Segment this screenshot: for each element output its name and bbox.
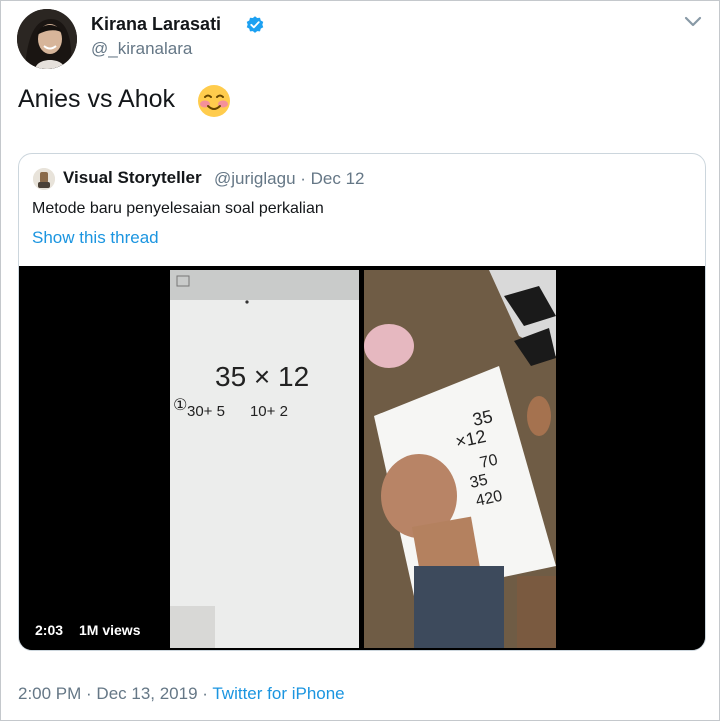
views-badge: 1M views bbox=[73, 618, 147, 643]
paper-line-4: 35 bbox=[468, 472, 489, 492]
tweet-metadata: 2:00 PM · Dec 13, 2019 · Twitter for iPh… bbox=[18, 684, 345, 704]
duration-badge: 2:03 bbox=[29, 618, 70, 643]
tweet-source[interactable]: Twitter for iPhone bbox=[212, 684, 344, 703]
whiteboard-equation: 35 × 12 bbox=[215, 361, 309, 392]
author-name[interactable]: Kirana Larasati bbox=[91, 14, 221, 35]
author-handle[interactable]: @_kiranalara bbox=[91, 39, 192, 59]
quoted-tweet[interactable]: Visual Storyteller @juriglagu · Dec 12 M… bbox=[18, 153, 706, 651]
author-avatar[interactable] bbox=[17, 9, 77, 69]
paper-line-3: 70 bbox=[478, 452, 499, 472]
tweet-text: Anies vs Ahok bbox=[18, 85, 176, 113]
tweet-timestamp[interactable]: 2:00 PM · Dec 13, 2019 · bbox=[18, 684, 212, 703]
quoted-author-handle-date[interactable]: @juriglagu · Dec 12 bbox=[214, 169, 365, 189]
quoted-tweet-text: Metode baru penyelesaian soal perkalian bbox=[32, 200, 324, 217]
quoted-author-name[interactable]: Visual Storyteller bbox=[63, 168, 202, 188]
whiteboard-decomposition: 30+ 5 10+ 2 bbox=[187, 403, 288, 420]
whiteboard-mark: ① bbox=[173, 395, 187, 414]
quoted-author-avatar[interactable] bbox=[33, 168, 55, 190]
blush-emoji-icon bbox=[198, 85, 230, 117]
show-thread-link[interactable]: Show this thread bbox=[32, 228, 159, 248]
verified-badge-icon bbox=[246, 16, 264, 33]
tweet-card: Kirana Larasati @_kiranalara Anies vs Ah… bbox=[0, 0, 720, 721]
chevron-down-icon[interactable] bbox=[684, 15, 702, 29]
video-player[interactable]: 35 × 12 ① 30+ 5 10+ 2 35 ×12 70 35 420 2… bbox=[19, 266, 705, 650]
